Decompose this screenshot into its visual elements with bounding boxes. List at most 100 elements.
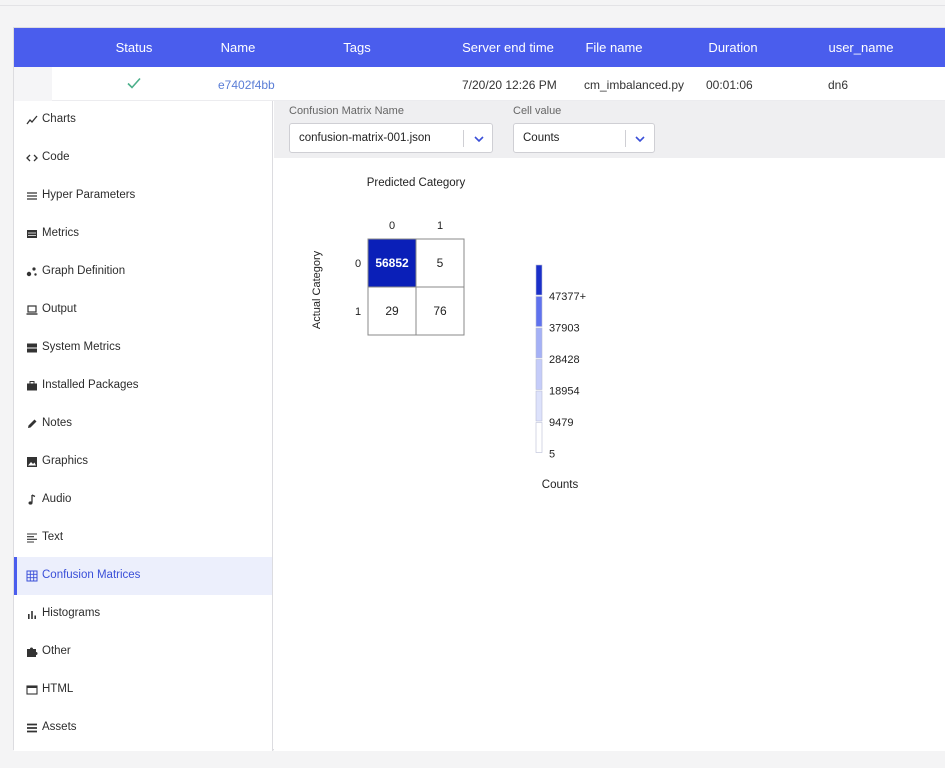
server-end-time-value: 7/20/20 12:26 PM	[462, 78, 557, 92]
sidebar-item-label: Other	[42, 645, 71, 657]
sidebar-item-label: Histograms	[42, 607, 101, 619]
colorbar-segment	[535, 327, 543, 359]
puzzle-icon	[27, 647, 38, 657]
file-name-value: cm_imbalanced.py	[584, 78, 685, 92]
top-divider	[0, 5, 945, 6]
table-header: Status Name Tags Server end time File na…	[14, 28, 945, 67]
cell-value-label: 56852	[375, 256, 409, 270]
grid-icon	[26, 570, 38, 582]
sidebar-item-confusion-matrices[interactable]: Confusion Matrices	[14, 557, 272, 595]
sidebar-item-label: Confusion Matrices	[42, 569, 141, 581]
pencil-icon	[28, 419, 37, 428]
row-gutter	[14, 67, 52, 101]
sidebar-item-graph-definition[interactable]: Graph Definition	[14, 253, 272, 291]
metrics-icon	[27, 230, 37, 238]
y-axis-label: Actual Category	[311, 250, 323, 329]
y-tick-label: 1	[355, 306, 361, 318]
image-icon	[27, 457, 37, 467]
text-icon	[27, 533, 37, 543]
filter-bar: Confusion Matrix Name confusion-matrix-0…	[274, 101, 945, 158]
colorbar-segment	[535, 359, 543, 390]
colorbar-tick-label: 37903	[549, 323, 580, 335]
colorbar-tick-label: 47377+	[549, 291, 586, 303]
sidebar-item-label: Hyper Parameters	[42, 189, 136, 201]
sidebar-item-graphics[interactable]: Graphics	[14, 443, 272, 481]
sidebar-item-histograms[interactable]: Histograms	[14, 595, 272, 633]
experiment-panel: Status Name Tags Server end time File na…	[13, 27, 945, 751]
sidebar-item-label: Graph Definition	[42, 265, 126, 277]
sidebar-item-charts[interactable]: Charts	[14, 101, 272, 139]
colorbar-tick-label: 28428	[549, 354, 580, 366]
sidebar-item-audio[interactable]: Audio	[14, 481, 272, 519]
briefcase-icon	[27, 381, 37, 391]
sidebar-item-hyper-parameters[interactable]: Hyper Parameters	[14, 177, 272, 215]
sidebar-item-label: Installed Packages	[42, 379, 139, 391]
sidebar: Charts Code Hyper Parameters Metrics Gra…	[14, 101, 273, 751]
x-tick-label: 1	[437, 220, 443, 232]
colorbar-title: Counts	[542, 479, 579, 491]
chart-title: Predicted Category	[367, 177, 466, 189]
sidebar-item-label: Assets	[42, 721, 77, 733]
cm-name-label: Confusion Matrix Name	[289, 105, 404, 117]
cm-name-select[interactable]: confusion-matrix-001.json	[289, 123, 493, 153]
colorbar-tick-label: 9479	[549, 417, 573, 429]
col-duration[interactable]: Duration	[708, 40, 757, 55]
cell-value-select[interactable]: Counts	[513, 123, 655, 153]
col-tags[interactable]: Tags	[343, 40, 370, 55]
select-divider	[463, 130, 464, 147]
col-user-name[interactable]: user_name	[828, 40, 893, 55]
cell-value-value: Counts	[523, 132, 560, 144]
sidebar-item-label: Charts	[42, 113, 76, 125]
sidebar-item-code[interactable]: Code	[14, 139, 272, 177]
colorbar-segment	[535, 390, 543, 422]
html-icon	[26, 685, 38, 695]
x-tick-label: 0	[389, 220, 395, 232]
colorbar-segment	[535, 296, 543, 327]
sidebar-item-label: Metrics	[42, 227, 80, 239]
assets-icon	[27, 723, 37, 733]
select-divider	[625, 130, 626, 147]
colorbar-tick-label: 18954	[549, 386, 580, 398]
sidebar-item-label: Output	[42, 303, 77, 315]
sidebar-item-metrics[interactable]: Metrics	[14, 215, 272, 253]
sidebar-item-html[interactable]: HTML	[14, 671, 272, 709]
laptop-icon	[26, 305, 38, 315]
colorbar-tick-label: 5	[549, 449, 555, 461]
chevron-down-icon	[635, 136, 645, 143]
sidebar-item-label: Code	[42, 151, 70, 163]
col-name[interactable]: Name	[221, 40, 256, 55]
bar-chart-icon	[28, 611, 36, 619]
colorbar-segment	[535, 264, 543, 296]
sidebar-item-notes[interactable]: Notes	[14, 405, 272, 443]
sidebar-item-installed-packages[interactable]: Installed Packages	[14, 367, 272, 405]
cell-value-label: 76	[433, 304, 447, 318]
sidebar-item-label: System Metrics	[42, 341, 121, 353]
check-icon	[127, 77, 141, 89]
cell-value-label: 29	[385, 304, 399, 318]
table-row[interactable]: e7402f4bb 7/20/20 12:26 PM cm_imbalanced…	[14, 67, 945, 101]
cm-name-value: confusion-matrix-001.json	[299, 132, 431, 144]
col-server-end-time[interactable]: Server end time	[462, 40, 554, 55]
list-icon	[27, 192, 37, 200]
sidebar-item-label: Text	[42, 531, 64, 543]
graph-icon	[26, 267, 37, 277]
col-file-name[interactable]: File name	[585, 40, 642, 55]
server-icon	[27, 343, 37, 353]
confusion-matrix-chart: Predicted Category Actual Category 0 1 0 1 5…	[311, 177, 586, 491]
line-chart-icon	[26, 115, 38, 125]
y-tick-label: 0	[355, 258, 361, 270]
sidebar-item-system-metrics[interactable]: System Metrics	[14, 329, 272, 367]
col-status[interactable]: Status	[116, 40, 153, 55]
sidebar-item-assets[interactable]: Assets	[14, 709, 272, 747]
sidebar-item-output[interactable]: Output	[14, 291, 272, 329]
cell-value-label: Cell value	[513, 105, 562, 117]
user-name-value: dn6	[828, 78, 849, 92]
code-icon	[26, 154, 38, 162]
sidebar-item-text[interactable]: Text	[14, 519, 272, 557]
duration-value: 00:01:06	[706, 78, 753, 92]
colorbar-segment	[535, 422, 543, 453]
sidebar-item-other[interactable]: Other	[14, 633, 272, 671]
sidebar-item-label: Audio	[42, 493, 72, 505]
main-content: Confusion Matrix Name confusion-matrix-0…	[274, 101, 945, 751]
experiment-name-link[interactable]: e7402f4bb	[218, 78, 275, 92]
